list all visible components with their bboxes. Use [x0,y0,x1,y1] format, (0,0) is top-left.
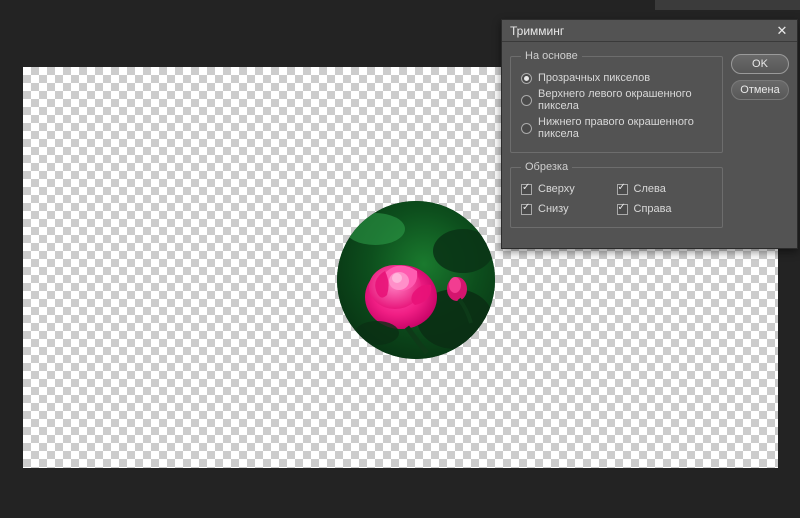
radio-icon [521,95,532,106]
cancel-button[interactable]: Отмена [731,80,789,100]
checkbox-label: Снизу [538,203,569,215]
radio-icon [521,73,532,84]
circular-image [337,201,495,359]
radio-label: Нижнего правого окрашенного пиксела [538,116,712,140]
checkbox-label: Сверху [538,183,575,195]
radio-bottom-right-pixel[interactable]: Нижнего правого окрашенного пиксела [521,114,712,142]
trim-away-group: Обрезка Сверху Слева Снизу [510,161,723,228]
trim-dialog: Тримминг ✕ На основе Прозрачных пикселов… [501,19,798,249]
rose-illustration [337,201,495,359]
radio-label: Прозрачных пикселов [538,72,650,84]
based-on-legend: На основе [521,50,582,62]
checkbox-icon [617,204,628,215]
radio-top-left-pixel[interactable]: Верхнего левого окрашенного пиксела [521,86,712,114]
checkbox-label: Слева [634,183,666,195]
checkbox-icon [521,204,532,215]
close-icon[interactable]: ✕ [773,22,791,40]
checkbox-top[interactable]: Сверху [521,181,617,197]
trim-away-legend: Обрезка [521,161,572,173]
checkbox-icon [617,184,628,195]
dialog-titlebar[interactable]: Тримминг ✕ [502,20,797,42]
dialog-title: Тримминг [510,24,773,38]
radio-label: Верхнего левого окрашенного пиксела [538,88,712,112]
checkbox-bottom[interactable]: Снизу [521,201,617,217]
checkbox-icon [521,184,532,195]
top-panel-strip [655,0,800,10]
checkbox-label: Справа [634,203,672,215]
based-on-group: На основе Прозрачных пикселов Верхнего л… [510,50,723,153]
checkbox-right[interactable]: Справа [617,201,713,217]
radio-transparent-pixels[interactable]: Прозрачных пикселов [521,70,712,86]
radio-icon [521,123,532,134]
ok-button[interactable]: OK [731,54,789,74]
checkbox-left[interactable]: Слева [617,181,713,197]
